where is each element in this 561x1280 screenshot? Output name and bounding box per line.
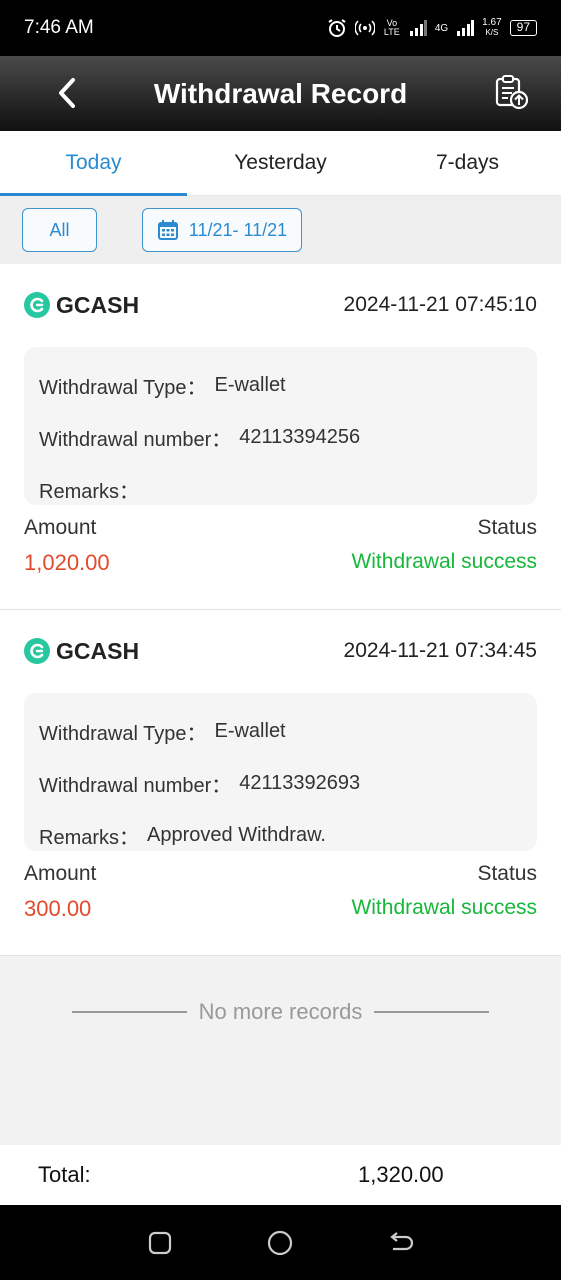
withdrawal-type-label: Withdrawal Type： [39,722,207,745]
remarks-label: Remarks： [39,480,140,503]
withdrawal-number-value: 42113392693 [239,771,361,794]
payment-brand-name: GCASH [56,291,140,318]
no-more-records-text: No more records [198,999,363,1024]
withdrawal-type-value: E-wallet [214,373,286,396]
system-status-bar: 7:46 AM Vo LTE 4G 1.67 K/S 97 [0,0,561,56]
payment-brand: GCASH [24,292,139,319]
status-label: Status [477,516,537,539]
battery-icon: 97 [509,20,537,36]
record-header: GCASH 2024-11-21 07:45:10 [24,290,537,320]
hotspot-icon [354,20,375,36]
total-value: 1,320.00 [358,1162,444,1187]
withdrawal-number-value: 42113394256 [239,425,361,448]
divider-right [374,1011,490,1013]
system-navigation-bar [0,1205,561,1280]
filter-bar: All 11/21- 11/21 [0,196,561,264]
square-icon [149,1231,172,1254]
record-details: Withdrawal Type： E-wallet Withdrawal num… [24,347,537,505]
status-time: 7:46 AM [24,17,94,38]
filter-all-button[interactable]: All [22,208,97,252]
withdrawal-record[interactable]: GCASH 2024-11-21 07:45:10 Withdrawal Typ… [0,264,561,610]
amount-value: 1,020.00 [24,550,110,575]
payment-brand: GCASH [24,638,139,665]
withdrawal-type-row: Withdrawal Type： E-wallet [39,359,522,411]
calendar-icon [157,220,178,240]
record-footer: Amount Status 1,020.00 Withdrawal succes… [24,516,537,576]
back-button[interactable] [50,76,84,110]
withdrawal-number-label: Withdrawal number： [39,428,232,451]
amount-label: Amount [24,862,97,885]
chevron-left-icon [59,78,75,108]
withdrawal-number-row: Withdrawal number： 42113394256 [39,411,522,463]
back-arrow-icon [390,1231,413,1250]
record-details: Withdrawal Type： E-wallet Withdrawal num… [24,693,537,851]
network-speed: 1.67 K/S [482,18,501,38]
end-of-list: No more records [0,990,561,1034]
withdrawal-number-row: Withdrawal number： 42113392693 [39,757,522,809]
remarks-label: Remarks： [39,826,140,849]
withdrawal-type-value: E-wallet [214,719,286,742]
amount-label: Amount [24,516,97,539]
status-label: Status [477,862,537,885]
clipboard-upload-icon [495,75,529,110]
withdrawal-number-label: Withdrawal number： [39,774,232,797]
status-value: Withdrawal success [351,896,537,919]
remarks-row: Remarks： [39,463,522,515]
remarks-row: Remarks： Approved Withdraw. [39,809,522,861]
period-tabs: Today Yesterday 7-days [0,131,561,196]
divider-left [71,1011,187,1013]
app-header: Withdrawal Record [0,56,561,131]
date-range-button[interactable]: 11/21- 11/21 [142,208,302,252]
network-type-icon: 4G [434,22,449,34]
gcash-logo-icon [24,638,50,664]
network-speed-unit: K/S [485,28,499,37]
record-footer: Amount Status 300.00 Withdrawal success [24,862,537,922]
alarm-icon [327,18,347,38]
payment-brand-name: GCASH [56,637,140,664]
tab-7-days[interactable]: 7-days [374,131,561,195]
circle-icon [268,1230,293,1255]
withdrawal-type-label: Withdrawal Type： [39,376,207,399]
withdrawal-record[interactable]: GCASH 2024-11-21 07:34:45 Withdrawal Typ… [0,610,561,956]
signal-icon-2 [456,20,475,36]
withdrawal-type-row: Withdrawal Type： E-wallet [39,705,522,757]
remarks-value: Approved Withdraw. [147,823,326,846]
record-datetime: 2024-11-21 07:45:10 [343,293,537,316]
export-records-button[interactable] [491,72,531,112]
status-value: Withdrawal success [351,550,537,573]
tab-yesterday[interactable]: Yesterday [187,131,374,195]
recents-button[interactable] [143,1226,177,1260]
amount-value: 300.00 [24,896,92,921]
tab-today[interactable]: Today [0,131,187,196]
signal-icon [409,20,427,36]
record-datetime: 2024-11-21 07:34:45 [343,639,537,662]
network-speed-value: 1.67 [482,17,502,28]
record-header: GCASH 2024-11-21 07:34:45 [24,636,537,666]
date-range-label: 11/21- 11/21 [188,219,288,240]
back-nav-button[interactable] [384,1226,418,1260]
total-label: Total: [38,1162,91,1187]
total-bar: Total: 1,320.00 [0,1145,561,1205]
page-title: Withdrawal Record [153,77,408,109]
home-button[interactable] [263,1226,297,1260]
gcash-logo-icon [24,292,50,318]
volte-icon: Vo LTE [383,18,400,37]
status-icons: Vo LTE 4G 1.67 K/S 97 [327,18,537,38]
